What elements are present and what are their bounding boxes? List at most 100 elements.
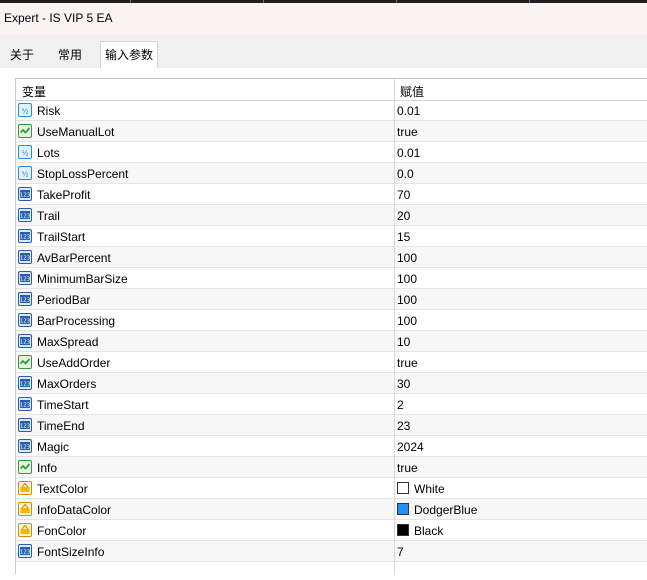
integer-type-icon: 123 — [18, 271, 32, 285]
param-row[interactable]: ½ Risk 0.01 — [16, 100, 647, 121]
param-row[interactable]: 123 BarProcessing 100 — [16, 310, 647, 331]
svg-text:123: 123 — [20, 298, 31, 304]
param-value[interactable]: Black — [414, 524, 443, 538]
param-name: Trail — [37, 209, 60, 223]
param-row[interactable]: 123 Magic 2024 — [16, 436, 647, 457]
svg-text:123: 123 — [20, 403, 31, 409]
title-bar: Expert - IS VIP 5 EA — [0, 3, 647, 35]
param-row[interactable]: 123 PeriodBar 100 — [16, 289, 647, 310]
param-row[interactable]: UseAddOrder true — [16, 352, 647, 373]
color-swatch[interactable] — [397, 482, 409, 494]
double-type-icon: ½ — [18, 166, 32, 180]
integer-type-icon: 123 — [18, 418, 32, 432]
param-name: Risk — [37, 104, 61, 118]
param-name: TimeEnd — [37, 419, 85, 433]
param-value[interactable]: 23 — [397, 419, 410, 433]
color-swatch[interactable] — [397, 503, 409, 515]
svg-text:123: 123 — [20, 382, 31, 388]
header-variable[interactable]: 变量 — [22, 83, 46, 100]
param-value[interactable]: DodgerBlue — [414, 503, 477, 517]
param-name: MinimumBarSize — [37, 272, 128, 286]
param-value[interactable]: 0.0 — [397, 167, 414, 181]
integer-type-icon: 123 — [18, 187, 32, 201]
param-value[interactable]: 70 — [397, 188, 410, 202]
inputs-panel: 变量 赋值 ½ Risk 0.01 UseManualLot true ½ Lots 0.01… — [0, 68, 647, 580]
param-value[interactable]: 100 — [397, 251, 417, 265]
param-row[interactable]: 123 FontSizeInfo 7 — [16, 541, 647, 562]
svg-text:123: 123 — [20, 340, 31, 346]
svg-text:123: 123 — [20, 445, 31, 451]
integer-type-icon: 123 — [18, 292, 32, 306]
param-value[interactable]: 2 — [397, 398, 404, 412]
param-name: MaxOrders — [37, 377, 97, 391]
svg-text:123: 123 — [20, 424, 31, 430]
tab-inputs[interactable]: 输入参数 — [100, 41, 159, 69]
param-row[interactable]: Info true — [16, 457, 647, 478]
param-value[interactable]: 2024 — [397, 440, 424, 454]
svg-text:123: 123 — [20, 550, 31, 556]
param-name: AvBarPercent — [37, 251, 111, 265]
param-row[interactable]: 123 MaxOrders 30 — [16, 373, 647, 394]
param-value[interactable]: 10 — [397, 335, 410, 349]
param-value[interactable]: true — [397, 356, 418, 370]
param-row[interactable]: 123 TakeProfit 70 — [16, 184, 647, 205]
param-name: Lots — [37, 146, 60, 160]
param-value[interactable]: 0.01 — [397, 146, 420, 160]
param-value[interactable]: true — [397, 461, 418, 475]
integer-type-icon: 123 — [18, 544, 32, 558]
param-row[interactable]: 123 MaxSpread 10 — [16, 331, 647, 352]
param-row[interactable]: ½ StopLossPercent 0.0 — [16, 163, 647, 184]
param-row[interactable]: 123 AvBarPercent 100 — [16, 247, 647, 268]
param-row[interactable]: ½ Lots 0.01 — [16, 142, 647, 163]
param-row[interactable]: 123 TrailStart 15 — [16, 226, 647, 247]
param-name: MaxSpread — [37, 335, 99, 349]
param-name: TimeStart — [37, 398, 89, 412]
param-value[interactable]: 20 — [397, 209, 410, 223]
header-value[interactable]: 赋值 — [400, 83, 424, 100]
param-value[interactable]: 100 — [397, 314, 417, 328]
tab-common[interactable]: 常用 — [54, 43, 86, 67]
column-separator[interactable] — [394, 79, 395, 575]
svg-text:123: 123 — [20, 235, 31, 241]
param-name: InfoDataColor — [37, 503, 112, 517]
integer-type-icon: 123 — [18, 313, 32, 327]
param-value[interactable]: 100 — [397, 293, 417, 307]
param-row[interactable]: TextColor White — [16, 478, 647, 499]
param-name: PeriodBar — [37, 293, 91, 307]
param-row[interactable]: 123 Trail 20 — [16, 205, 647, 226]
tab-bar: 关于 常用 输入参数 — [0, 35, 647, 69]
color-type-icon — [18, 502, 32, 516]
svg-text:123: 123 — [20, 277, 31, 283]
param-name: UseManualLot — [37, 125, 115, 139]
param-value[interactable]: 15 — [397, 230, 410, 244]
bool-type-icon — [18, 460, 32, 474]
param-value[interactable]: 0.01 — [397, 104, 420, 118]
svg-text:123: 123 — [20, 256, 31, 262]
param-row[interactable]: UseManualLot true — [16, 121, 647, 142]
param-name: Info — [37, 461, 58, 475]
integer-type-icon: 123 — [18, 397, 32, 411]
param-row[interactable]: 123 MinimumBarSize 100 — [16, 268, 647, 289]
color-swatch[interactable] — [397, 524, 409, 536]
parameters-grid: 变量 赋值 ½ Risk 0.01 UseManualLot true ½ Lots 0.01… — [15, 78, 647, 575]
param-name: FonColor — [37, 524, 87, 538]
param-row[interactable]: InfoDataColor DodgerBlue — [16, 499, 647, 520]
double-type-icon: ½ — [18, 145, 32, 159]
integer-type-icon: 123 — [18, 250, 32, 264]
integer-type-icon: 123 — [18, 439, 32, 453]
bool-type-icon — [18, 124, 32, 138]
param-value[interactable]: 30 — [397, 377, 410, 391]
param-name: Magic — [37, 440, 70, 454]
double-type-icon: ½ — [18, 103, 32, 117]
param-value[interactable]: 7 — [397, 545, 404, 559]
param-name: StopLossPercent — [37, 167, 129, 181]
param-row[interactable]: 123 TimeStart 2 — [16, 394, 647, 415]
param-row[interactable]: FonColor Black — [16, 520, 647, 541]
integer-type-icon: 123 — [18, 334, 32, 348]
param-value[interactable]: true — [397, 125, 418, 139]
param-row[interactable]: 123 TimeEnd 23 — [16, 415, 647, 436]
param-name: TrailStart — [37, 230, 86, 244]
param-value[interactable]: White — [414, 482, 445, 496]
tab-about[interactable]: 关于 — [6, 43, 38, 67]
param-value[interactable]: 100 — [397, 272, 417, 286]
